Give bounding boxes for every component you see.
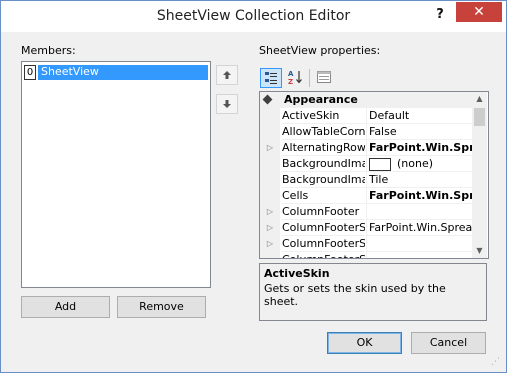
members-list[interactable]: 0 SheetView	[21, 61, 211, 288]
expand-icon[interactable]: ▷	[260, 204, 280, 220]
collection-editor-window: SheetView Collection Editor ? ✕ Members:…	[0, 0, 507, 373]
scroll-up-icon[interactable]: ▲	[472, 92, 487, 106]
row-gutter	[260, 172, 280, 188]
property-name[interactable]: Cells	[282, 188, 365, 204]
property-grid[interactable]: Appearance ActiveSkin Default AllowTableCo…	[259, 91, 489, 259]
property-row[interactable]: Cells FarPoint.Win.Spre	[260, 188, 472, 204]
property-name[interactable]: BackgroundImag	[282, 172, 365, 188]
property-value[interactable]: Tile	[366, 172, 472, 188]
property-row[interactable]: ActiveSkin Default	[260, 108, 472, 124]
add-button[interactable]: Add	[21, 296, 110, 318]
property-description: ActiveSkin Gets or sets the skin used by…	[259, 263, 487, 321]
property-value-text: Default	[369, 109, 410, 122]
property-row[interactable]: BackgroundImag Tile	[260, 172, 472, 188]
list-item[interactable]: 0 SheetView	[24, 65, 208, 80]
member-index: 0	[24, 65, 36, 80]
property-value[interactable]: False	[366, 124, 472, 140]
row-gutter	[260, 108, 280, 124]
property-value-text: False	[369, 125, 397, 138]
property-row[interactable]: ▷ ColumnFooterSh	[260, 236, 472, 252]
property-pages-icon	[317, 71, 331, 83]
move-up-button[interactable]	[216, 65, 238, 85]
property-row[interactable]: ColumnFooterSh	[260, 252, 472, 258]
property-value[interactable]: FarPoint.Win.Spre	[366, 188, 472, 204]
arrow-up-icon	[223, 71, 231, 79]
close-button[interactable]: ✕	[456, 2, 502, 22]
arrow-down-icon	[223, 100, 231, 108]
property-value-text: FarPoint.Win.Spre	[369, 189, 472, 202]
property-value-text: FarPoint.Win.Spread.	[369, 221, 472, 234]
description-title: ActiveSkin	[264, 267, 330, 280]
property-name[interactable]: ColumnFooterSh	[282, 220, 365, 236]
image-preview-swatch	[369, 157, 391, 171]
member-name[interactable]: SheetView	[38, 65, 208, 80]
property-value-text: FarPoint.Win.Spre	[369, 141, 472, 154]
property-value[interactable]	[366, 204, 472, 220]
ok-button[interactable]: OK	[327, 332, 402, 354]
remove-button[interactable]: Remove	[117, 296, 206, 318]
collapse-icon[interactable]	[262, 94, 273, 105]
toolbar-divider	[309, 69, 310, 87]
description-text: Gets or sets the skin used by the sheet.	[264, 282, 446, 308]
scroll-down-icon[interactable]: ▼	[472, 244, 487, 258]
property-value[interactable]: FarPoint.Win.Spre	[366, 140, 472, 156]
title-bar: SheetView Collection Editor ? ✕	[1, 1, 506, 32]
property-value[interactable]: FarPoint.Win.Spread.	[366, 220, 472, 236]
property-name[interactable]: AlternatingRows	[282, 140, 365, 156]
category-header[interactable]: Appearance	[260, 92, 472, 108]
resize-grip-icon[interactable]: ⋰	[491, 356, 503, 368]
cancel-button[interactable]: Cancel	[411, 332, 486, 354]
property-name[interactable]: BackgroundImag	[282, 156, 365, 172]
categorized-button[interactable]	[260, 68, 282, 88]
expand-icon[interactable]: ▷	[260, 220, 280, 236]
property-row[interactable]: ▷ AlternatingRows FarPoint.Win.Spre	[260, 140, 472, 156]
property-name[interactable]: ColumnFooterSh	[282, 252, 365, 258]
property-value[interactable]	[366, 236, 472, 252]
property-grid-scrollbar[interactable]: ▲ ▼	[472, 92, 487, 258]
row-gutter	[260, 124, 280, 140]
expand-icon[interactable]: ▷	[260, 236, 280, 252]
svg-text:Z: Z	[288, 78, 293, 85]
property-pages-button[interactable]	[313, 68, 335, 88]
property-value[interactable]	[366, 252, 472, 258]
property-value[interactable]: Default	[366, 108, 472, 124]
members-label: Members:	[21, 44, 76, 57]
property-row[interactable]: ▷ ColumnFooterSh FarPoint.Win.Spread.	[260, 220, 472, 236]
property-row[interactable]: ▷ ColumnFooter	[260, 204, 472, 220]
scroll-thumb[interactable]	[474, 108, 485, 126]
properties-label: SheetView properties:	[259, 44, 381, 57]
help-button[interactable]: ?	[428, 5, 452, 25]
property-value-text: Tile	[369, 173, 389, 186]
property-name[interactable]: ColumnFooter	[282, 204, 365, 220]
expand-icon[interactable]: ▷	[260, 140, 280, 156]
alphabetical-button[interactable]: AZ	[284, 68, 306, 88]
property-value-text: (none)	[397, 157, 434, 170]
property-row[interactable]: AllowTableCorne False	[260, 124, 472, 140]
property-name[interactable]: ActiveSkin	[282, 108, 365, 124]
svg-text:A: A	[288, 70, 294, 78]
row-gutter	[260, 156, 280, 172]
sort-alphabetical-icon: AZ	[288, 70, 302, 86]
move-down-button[interactable]	[216, 94, 238, 114]
row-gutter	[260, 188, 280, 204]
property-name[interactable]: AllowTableCorne	[282, 124, 365, 140]
property-name[interactable]: ColumnFooterSh	[282, 236, 365, 252]
property-value[interactable]: (none)	[366, 156, 472, 172]
category-name: Appearance	[284, 93, 358, 106]
row-gutter	[260, 252, 280, 258]
property-row[interactable]: BackgroundImag (none)	[260, 156, 472, 172]
categorized-icon	[265, 72, 277, 84]
